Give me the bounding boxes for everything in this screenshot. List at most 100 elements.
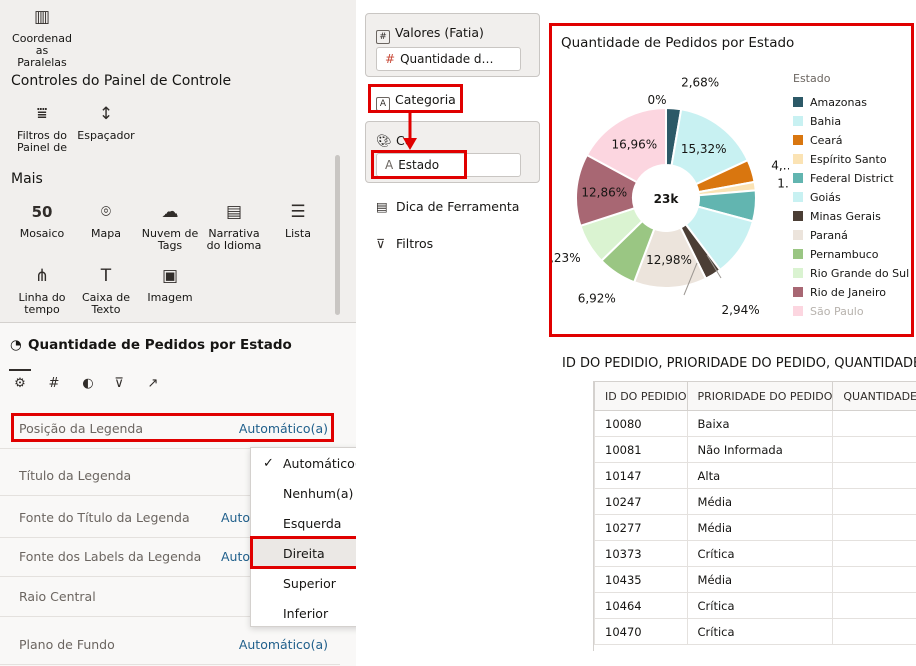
filters-drop-target[interactable]: ⊽ Filtros: [376, 236, 433, 251]
tab-filters[interactable]: ⊽: [110, 375, 128, 393]
active-tab-indicator: [9, 369, 31, 371]
option-label: Superior: [283, 576, 336, 591]
table-row[interactable]: 10080 Baixa: [594, 410, 916, 437]
section-heading-dashboard-controls: Controles do Painel de Controle: [11, 73, 232, 89]
palette-tile-label: Imagem: [147, 291, 193, 304]
table-cell: 10470: [594, 618, 688, 645]
table-row[interactable]: 10147 Alta: [594, 462, 916, 489]
table-cell: [832, 410, 916, 437]
property-label: Fonte dos Labels da Legenda: [19, 549, 202, 564]
tooltip-drop-target[interactable]: ▤ Dica de Ferramenta: [376, 199, 519, 214]
palette-tile-parallel-coordinates[interactable]: ▥ Coordenad as Paralelas: [11, 6, 73, 69]
palette-tile-tag-cloud[interactable]: ☁ Nuvem de Tags: [139, 201, 201, 252]
filter-icon: ⊽: [376, 236, 386, 251]
table-cell: 10080: [594, 410, 688, 437]
table-title: ID DO PEDIDIO, PRIORIDADE DO PEDIDO, QUA…: [562, 356, 916, 371]
palette-tile-dashboard-filters[interactable]: ⩸ Filtros do Painel de: [11, 103, 73, 154]
table-row[interactable]: 10464 Crítica: [594, 592, 916, 619]
table-cell: Média: [686, 488, 834, 515]
table-row[interactable]: 10435 Média: [594, 566, 916, 593]
palette-tile-label: Mapa: [91, 227, 121, 240]
palette-tile-text-box[interactable]: T Caixa de Texto: [75, 265, 137, 316]
table-row[interactable]: 10247 Média: [594, 488, 916, 515]
table-cell: 10464: [594, 592, 688, 619]
table-cell: Crítica: [686, 618, 834, 645]
table-cell: Baixa: [686, 410, 834, 437]
tab-analytics[interactable]: ↗: [144, 375, 162, 393]
gear-icon: ⚙: [14, 376, 26, 391]
palette-tile-tile[interactable]: 50 Mosaico: [11, 201, 73, 240]
style-icon: ◐: [82, 376, 94, 391]
table-cell: Média: [686, 514, 834, 541]
table-header-row: ID DO PEDIDIO PRIORIDADE DO PEDIDO QUANT…: [594, 381, 916, 411]
hash-icon: #: [376, 30, 390, 44]
property-value[interactable]: Auto: [221, 510, 250, 525]
property-label: Raio Central: [19, 589, 96, 604]
tab-style[interactable]: ◐: [79, 375, 97, 393]
table-cell: Crítica: [686, 592, 834, 619]
column-header[interactable]: PRIORIDADE DO PEDIDO: [686, 381, 834, 411]
palette-tile-label: Caixa de Texto: [82, 291, 130, 316]
palette-icon: 🎨︎: [376, 133, 392, 148]
option-label: Esquerda: [283, 516, 342, 531]
table-cell: Crítica: [686, 540, 834, 567]
parallel-coordinates-icon: ▥: [33, 7, 51, 27]
table-cell: Média: [686, 566, 834, 593]
data-table: ID DO PEDIDIO PRIORIDADE DO PEDIDO QUANT…: [593, 381, 916, 651]
palette-tile-timeline[interactable]: ⋔ Linha do tempo: [11, 265, 73, 316]
table-row[interactable]: 10081 Não Informada: [594, 436, 916, 463]
property-value[interactable]: Automático(a): [239, 637, 328, 652]
pie-chart-icon: ◔: [10, 337, 22, 353]
values-chip[interactable]: # Quantidade d…: [376, 47, 521, 71]
table-cell: [832, 488, 916, 515]
image-icon: ▣: [161, 266, 179, 286]
spacer-icon: ↕: [98, 104, 114, 124]
highlight-category: [368, 84, 463, 113]
highlight-chart: [549, 23, 914, 337]
table-row[interactable]: 10277 Média: [594, 514, 916, 541]
property-value[interactable]: Auto: [221, 549, 250, 564]
values-well[interactable]: # Valores (Fatia) # Quantidade d…: [365, 13, 540, 77]
palette-tile-label: Coordenad as Paralelas: [12, 32, 72, 69]
map-icon: ⌾: [100, 202, 112, 222]
palette-tile-label: Lista: [285, 227, 311, 240]
filters-label: Filtros: [396, 236, 434, 251]
option-label: Inferior: [283, 606, 329, 621]
palette-tile-label: Linha do tempo: [18, 291, 66, 316]
table-row[interactable]: 10373 Crítica: [594, 540, 916, 567]
palette-tile-language-narrative[interactable]: ▤ Narrativa do Idioma: [203, 201, 265, 252]
analytics-icon: ↗: [147, 376, 159, 391]
hash-icon: #: [48, 376, 60, 391]
dashboard-filters-icon: ⩸: [36, 104, 48, 124]
well-title: Valores (Fatia): [395, 25, 484, 40]
palette-tile-list[interactable]: ☰ Lista: [267, 201, 329, 240]
palette-tile-spacer[interactable]: ↕ Espaçador: [75, 103, 137, 142]
tooltip-icon: ▤: [376, 199, 388, 214]
table-cell: 10373: [594, 540, 688, 567]
highlight-state-chip: [371, 150, 467, 179]
tab-general[interactable]: ⚙: [11, 375, 29, 393]
tile-icon: 50: [31, 203, 53, 221]
table-cell: [832, 514, 916, 541]
table-cell: [832, 618, 916, 645]
property-row-background[interactable]: Plano de Fundo Automático(a): [0, 623, 340, 665]
filter-icon: ⊽: [114, 376, 124, 391]
table-cell: [832, 592, 916, 619]
check-icon: ✓: [263, 456, 274, 471]
table-row[interactable]: 10470 Crítica: [594, 618, 916, 645]
highlight-legend-position: [11, 413, 334, 442]
option-label: Nenhum(a): [283, 486, 354, 501]
tab-values[interactable]: #: [45, 375, 63, 393]
palette-scrollbar[interactable]: [335, 155, 340, 315]
column-header[interactable]: ID DO PEDIDIO: [594, 381, 688, 411]
table-cell: [832, 436, 916, 463]
section-heading-more: Mais: [11, 171, 43, 187]
column-header[interactable]: QUANTIDADE: [832, 381, 916, 411]
properties-title: ◔ Quantidade de Pedidos por Estado: [10, 337, 292, 353]
palette-tile-map[interactable]: ⌾ Mapa: [75, 201, 137, 240]
palette-tile-image[interactable]: ▣ Imagem: [139, 265, 201, 304]
palette-tile-label: Mosaico: [19, 227, 65, 240]
property-label: Fonte do Título da Legenda: [19, 510, 190, 525]
measure-icon: #: [385, 52, 396, 66]
table-cell: 10247: [594, 488, 688, 515]
